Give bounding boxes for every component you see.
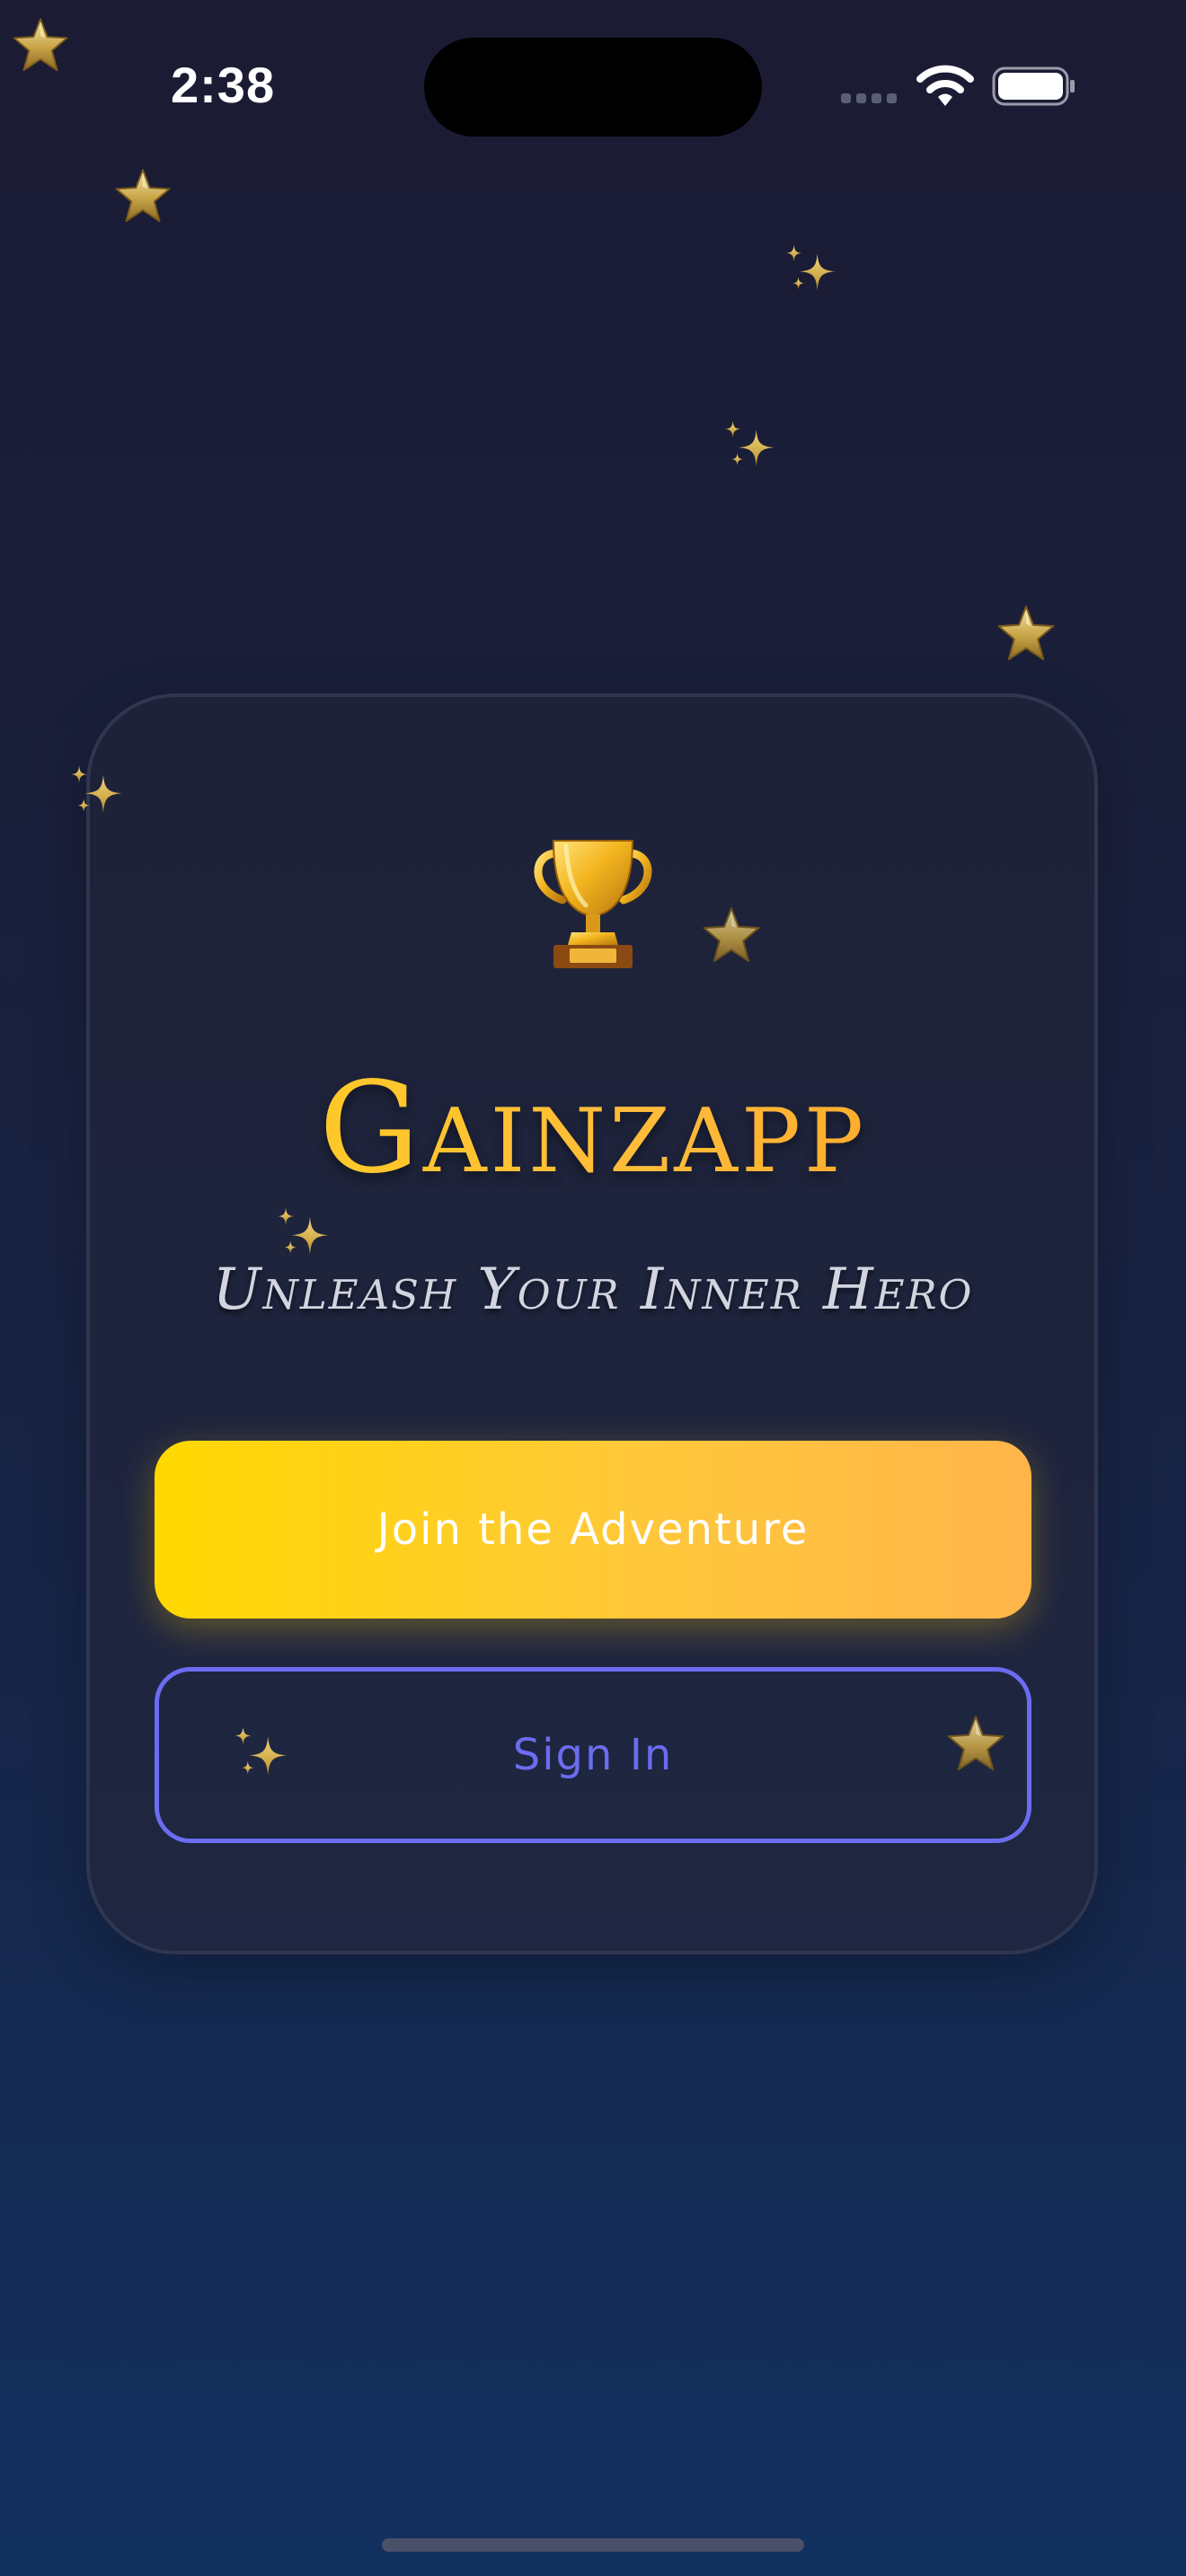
star-icon <box>113 167 173 225</box>
trophy-icon <box>534 840 652 968</box>
sparkles-icon <box>782 243 837 298</box>
sparkles-icon <box>66 763 124 821</box>
app-title: Gainzapp <box>0 1053 1186 1205</box>
battery-icon <box>992 66 1075 106</box>
app-tagline: Unleash Your Inner Hero <box>212 1257 974 1323</box>
home-indicator[interactable] <box>382 2538 804 2552</box>
star-icon <box>701 905 762 965</box>
sparkles-icon <box>721 419 776 474</box>
cellular-signal-icon <box>841 93 897 103</box>
star-icon <box>945 1714 1006 1773</box>
join-adventure-button[interactable]: Join the Adventure <box>155 1441 1031 1619</box>
wifi-icon <box>916 65 974 106</box>
star-icon <box>996 604 1057 663</box>
sparkles-icon <box>230 1725 289 1784</box>
status-time: 2:38 <box>171 57 276 113</box>
star-icon <box>11 16 70 74</box>
dynamic-island <box>424 38 762 137</box>
